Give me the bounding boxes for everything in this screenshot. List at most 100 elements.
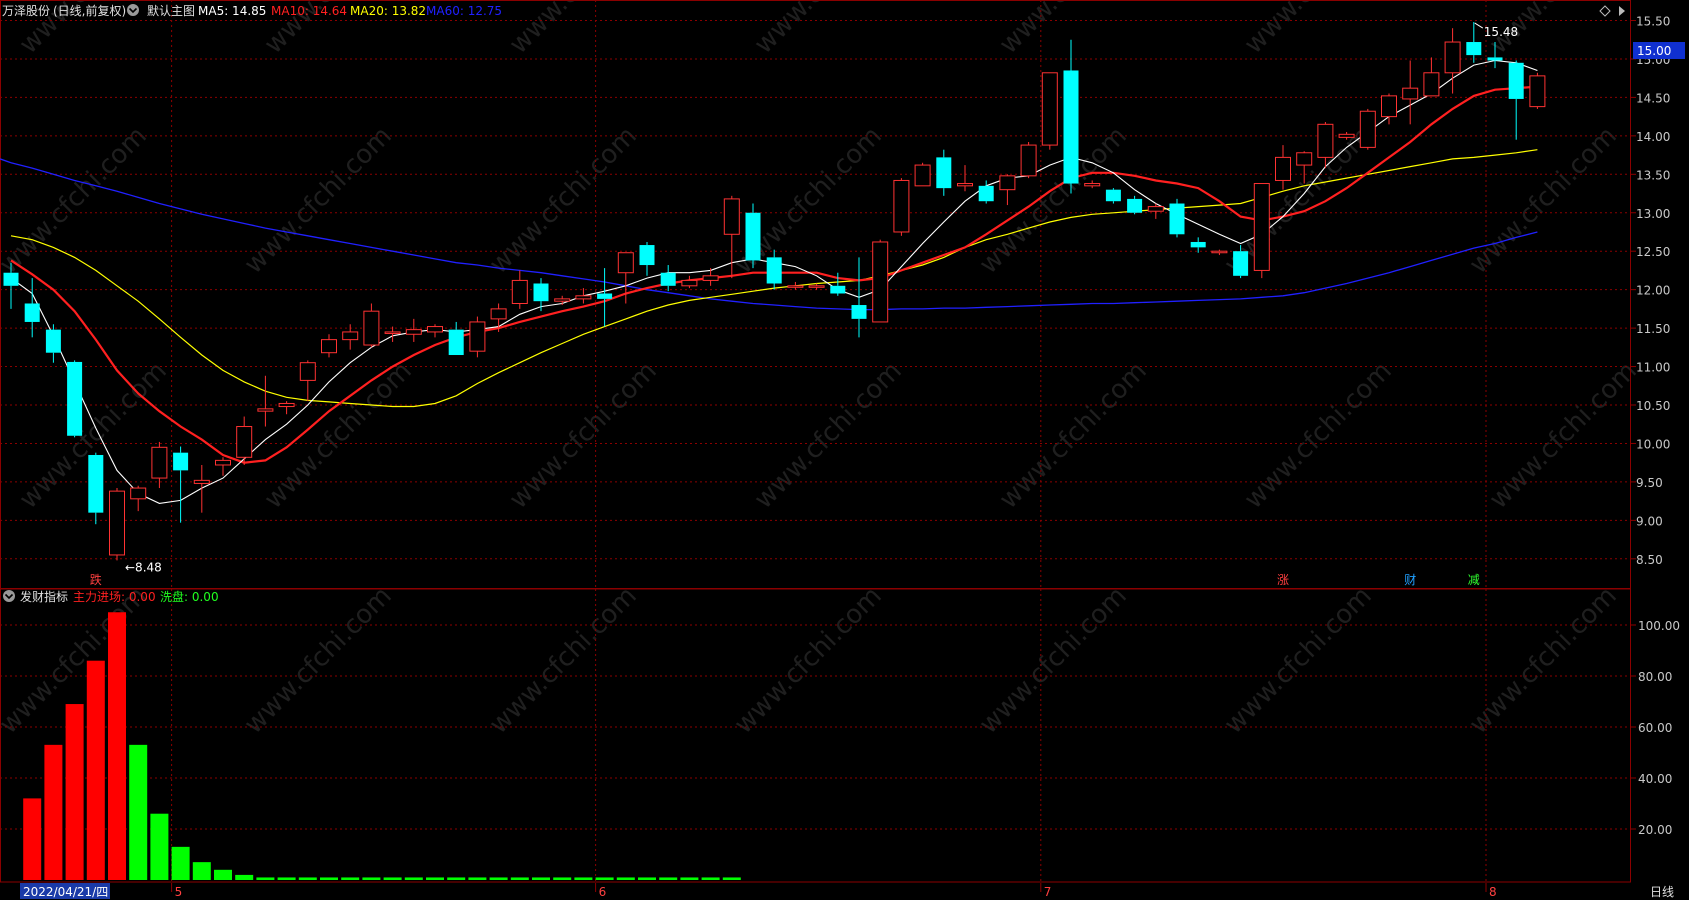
candle [151, 441, 168, 489]
candle [109, 488, 125, 561]
candle-body [830, 285, 846, 294]
watermark-text: www.cfchi.com [994, 356, 1153, 515]
candle [936, 149, 952, 196]
candle-body [1529, 75, 1546, 108]
candle-body [384, 331, 401, 334]
washout-bar [722, 877, 741, 880]
candle-body [766, 257, 782, 284]
candle [1444, 28, 1461, 94]
candle [1529, 72, 1546, 109]
price-tick-label: 8.50 [1636, 553, 1663, 567]
signal-marker: 减 [1468, 573, 1480, 587]
candle-body [1487, 57, 1503, 61]
candle-body [1359, 110, 1376, 148]
candle [384, 326, 401, 342]
candle-body [236, 426, 253, 458]
current-price: 15.00 [1637, 44, 1671, 58]
high-price-label: 15.48 [1484, 25, 1518, 39]
candle-body [24, 303, 40, 322]
candle-body [363, 310, 380, 346]
main-chart-grid [0, 0, 1631, 589]
play-icon[interactable] [1619, 6, 1625, 16]
watermark-text: www.cfchi.com [749, 0, 908, 60]
inflow-bar [44, 744, 63, 880]
candle [45, 324, 61, 363]
candle [1253, 183, 1270, 279]
diamond-icon[interactable] [1599, 5, 1611, 17]
candle [1381, 93, 1397, 125]
washout-bar [532, 877, 550, 880]
stock-name: 万泽股份 [2, 4, 50, 18]
price-tick-label: 14.50 [1636, 91, 1670, 105]
candle [363, 303, 380, 348]
candle [1041, 72, 1058, 150]
candle [1275, 145, 1291, 190]
candle [1127, 195, 1143, 215]
washout-bar [129, 744, 148, 880]
candle [957, 165, 973, 192]
candle [405, 318, 422, 342]
candle-body [45, 329, 61, 353]
candle-body [1233, 251, 1249, 276]
candle-body [787, 285, 804, 288]
washout-bar [235, 874, 254, 880]
candle-body [681, 279, 698, 287]
washout-bar [150, 813, 169, 880]
candle-body [215, 459, 231, 466]
candle-body [702, 275, 719, 281]
candle-body [1084, 183, 1101, 187]
candle-body [1253, 183, 1270, 271]
stock-chart[interactable]: www.cfchi.com www.cfchi.com www.cfchi.com w… [0, 0, 1689, 900]
watermark-text: www.cfchi.com [1239, 356, 1398, 515]
month-label: 7 [1044, 885, 1052, 899]
candle-body [872, 241, 889, 323]
candle [597, 268, 613, 327]
candle-body [321, 339, 337, 354]
candle [660, 265, 676, 292]
watermark-text: www.cfchi.com [504, 0, 663, 60]
collapse-icon[interactable] [127, 4, 139, 16]
indicator-name[interactable]: 发财指标 [20, 589, 68, 604]
candle [193, 464, 210, 513]
main-chart-label[interactable]: 默认主图 [147, 3, 195, 18]
candle [681, 275, 698, 289]
watermark-text: www.cfchi.com [974, 581, 1133, 740]
candle-body [1275, 156, 1291, 181]
candle [88, 452, 104, 525]
washout-bar [404, 877, 423, 880]
candle-body [617, 252, 634, 274]
candle [914, 162, 931, 187]
price-tick-label: 11.00 [1636, 361, 1670, 375]
low-price-label: ←8.48 [125, 560, 162, 574]
candle-body [1211, 250, 1228, 254]
month-label: 5 [175, 885, 183, 899]
candle [130, 485, 147, 512]
candle [511, 270, 528, 309]
watermark-text: www.cfchi.com [0, 121, 153, 280]
candle [1508, 60, 1524, 140]
candle-body [1127, 198, 1143, 213]
high-price-arrow [1474, 22, 1484, 29]
indicator-bars[interactable] [23, 612, 741, 880]
period-button[interactable]: 日线 [1650, 885, 1674, 899]
candle-body [723, 198, 740, 235]
candle-body [1296, 152, 1313, 166]
candle-body [1169, 203, 1185, 235]
candle-body [1041, 72, 1058, 146]
candle [639, 241, 655, 276]
washout-bar [553, 877, 572, 880]
candle-body [1020, 144, 1037, 177]
indicator-collapse-icon[interactable] [3, 590, 15, 602]
month-labels: 5 6 7 8 [171, 883, 1497, 899]
washout-bar [447, 877, 466, 880]
date-cursor-label: 2022/04/21/四 [23, 885, 108, 899]
chart-period: (日线,前复权) [53, 3, 126, 18]
watermark-layer: www.cfchi.com www.cfchi.com www.cfchi.com w… [0, 0, 1643, 740]
ma60-line-head [0, 158, 12, 164]
washout-bar [489, 877, 508, 880]
time-axis: 2022/04/21/四 5 6 7 8 日线 [20, 883, 1674, 899]
candle-body [745, 212, 761, 261]
candle [299, 360, 316, 402]
candle [1169, 198, 1185, 238]
candle-body [978, 185, 994, 202]
